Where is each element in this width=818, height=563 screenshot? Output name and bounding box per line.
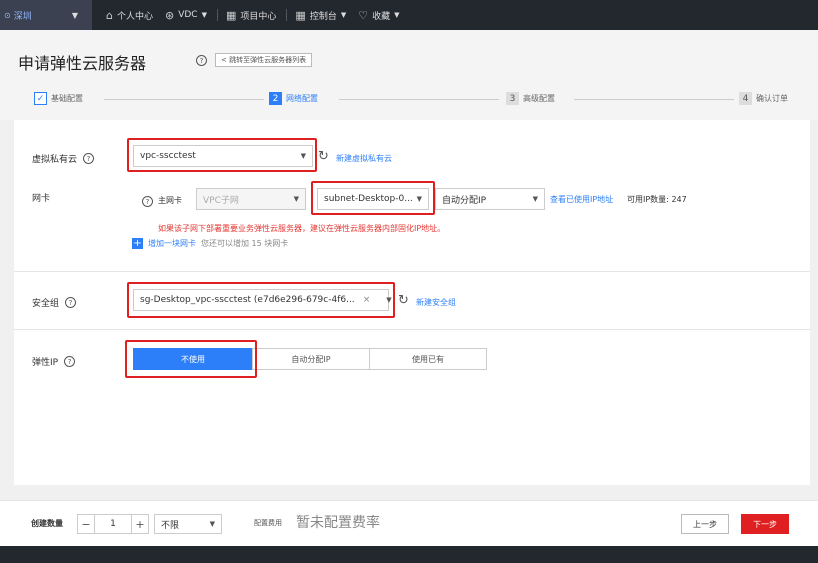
top-nav-bar: ⊙ 深圳 ▼ ⌂ 个人中心 ⊛ VDC ▼ ▦ 项目中心 ▦ 控制台 ▼ ♡ 收… — [0, 0, 818, 30]
step-connector — [104, 99, 264, 100]
back-to-list-button[interactable]: < 跳转至弹性云服务器列表 — [215, 53, 313, 67]
available-ip-count: 247 — [671, 195, 687, 204]
help-icon[interactable]: ? — [83, 153, 95, 164]
console-icon: ▦ — [295, 8, 306, 22]
step-basic: ✓ 基础配置 — [34, 92, 83, 105]
heart-icon: ♡ — [358, 8, 369, 22]
refresh-icon[interactable]: ↻ — [318, 149, 329, 164]
region-selector[interactable]: ⊙ 深圳 ▼ — [0, 0, 92, 30]
available-ip-label: 可用IP数量: 247 — [627, 194, 687, 205]
vpc-section: 虚拟私有云 ? vpc-sscctest ▼ ↻ 新建虚拟私有云 网卡 ? 主网… — [14, 120, 810, 272]
help-icon[interactable]: ? — [142, 196, 153, 207]
quantity-label: 创建数量 — [31, 519, 63, 528]
quantity-minus-button[interactable]: − — [77, 514, 95, 534]
primary-nic-label: 主网卡 — [158, 196, 182, 205]
plus-icon[interactable]: + — [132, 238, 143, 249]
quantity-limit-select[interactable]: 不限 ▼ — [154, 514, 222, 534]
add-nic-row: + 增加一块网卡 您还可以增加 15 块网卡 — [132, 238, 288, 249]
vpc-label-text: 虚拟私有云 — [32, 155, 78, 165]
step-number: 3 — [506, 92, 519, 105]
eip-section: 弹性IP ? 不使用 自动分配IP 使用已有 — [14, 330, 810, 485]
eip-option-existing[interactable]: 使用已有 — [369, 348, 487, 370]
quantity-plus-button[interactable]: + — [131, 514, 149, 534]
divider — [286, 9, 288, 21]
fee-label: 配置费用 — [254, 519, 282, 527]
step-label: 确认订单 — [756, 94, 788, 103]
security-group-label: 安全组 ? — [32, 296, 77, 309]
eip-option-auto[interactable]: 自动分配IP — [252, 348, 370, 370]
step-confirm: 4 确认订单 — [739, 92, 788, 105]
nav-project-center[interactable]: ▦ 项目中心 — [226, 9, 276, 22]
network-config-form: 虚拟私有云 ? vpc-sscctest ▼ ↻ 新建虚拟私有云 网卡 ? 主网… — [14, 120, 810, 485]
page-title: 申请弹性云服务器 — [18, 54, 147, 73]
add-nic-hint: 您还可以增加 15 块网卡 — [201, 239, 289, 248]
bottom-bar — [0, 546, 818, 563]
step-indicator: ✓ 基础配置 2 网络配置 3 高级配置 4 确认订单 — [34, 92, 804, 108]
create-vpc-link[interactable]: 新建虚拟私有云 — [336, 153, 392, 164]
step-connector — [339, 99, 499, 100]
highlight-box — [127, 282, 395, 318]
create-security-group-link[interactable]: 新建安全组 — [416, 297, 456, 308]
page-header: 申请弹性云服务器 ? < 跳转至弹性云服务器列表 ✓ 基础配置 2 网络配置 3… — [0, 30, 818, 120]
eip-label-text: 弹性IP — [32, 358, 59, 368]
ip-mode-value: 自动分配IP — [442, 195, 487, 206]
location-icon: ⊙ — [4, 10, 11, 20]
step-label: 网络配置 — [286, 94, 318, 103]
nav-label: 控制台 — [309, 11, 337, 22]
step-number: 4 — [739, 92, 752, 105]
eip-label: 弹性IP ? — [32, 355, 76, 368]
nav-label: 收藏 — [372, 11, 391, 22]
nav-console[interactable]: ▦ 控制台 ▼ — [295, 9, 346, 22]
step-label: 基础配置 — [51, 94, 83, 103]
nav-vdc[interactable]: ⊛ VDC ▼ — [165, 9, 207, 22]
help-icon[interactable]: ? — [65, 297, 77, 308]
step-advanced: 3 高级配置 — [506, 92, 555, 105]
footer-bar: 创建数量 − 1 + 不限 ▼ 配置费用 暂未配置费率 上一步 下一步 — [0, 500, 818, 546]
vpc-subnet-placeholder: VPC子网 — [203, 195, 239, 206]
add-nic-link[interactable]: 增加一块网卡 — [148, 238, 196, 249]
chevron-down-icon: ▼ — [201, 11, 207, 19]
next-step-button[interactable]: 下一步 — [741, 514, 789, 534]
ip-mode-select[interactable]: 自动分配IP ▼ — [435, 188, 545, 210]
nav-label: VDC — [178, 10, 198, 20]
security-group-label-text: 安全组 — [32, 299, 60, 309]
step-number: 2 — [269, 92, 282, 105]
previous-step-button[interactable]: 上一步 — [681, 514, 729, 534]
chevron-down-icon: ▼ — [394, 11, 400, 19]
check-icon: ✓ — [34, 92, 47, 105]
step-network: 2 网络配置 — [269, 92, 318, 105]
step-connector — [574, 99, 734, 100]
help-icon[interactable]: ? — [196, 55, 207, 66]
grid-icon: ▦ — [225, 8, 237, 22]
nav-personal-center[interactable]: ⌂ 个人中心 — [106, 9, 153, 22]
nav-favorites[interactable]: ♡ 收藏 ▼ — [358, 9, 399, 22]
highlight-box — [127, 138, 317, 172]
security-group-section: 安全组 ? sg-Desktop_vpc-sscctest (e7d6e296-… — [14, 272, 810, 330]
region-label: 深圳 — [13, 11, 32, 22]
chevron-down-icon: ▼ — [71, 10, 78, 20]
step-label: 高级配置 — [523, 94, 555, 103]
chevron-down-icon: ▼ — [209, 520, 215, 528]
nav-label: 个人中心 — [116, 11, 153, 22]
chevron-down-icon: ▼ — [532, 195, 538, 203]
help-icon[interactable]: ? — [64, 356, 76, 367]
vpc-subnet-select: VPC子网 ▼ — [196, 188, 306, 210]
highlight-box — [125, 340, 257, 378]
vdc-icon: ⊛ — [165, 8, 175, 22]
refresh-icon[interactable]: ↻ — [398, 293, 409, 308]
vpc-label: 虚拟私有云 ? — [32, 152, 95, 165]
quantity-input[interactable]: 1 — [94, 514, 132, 534]
divider — [216, 9, 218, 21]
highlight-box — [311, 181, 435, 215]
home-icon: ⌂ — [106, 8, 113, 22]
view-used-ip-link[interactable]: 查看已使用IP地址 — [550, 194, 613, 205]
subnet-warning: 如果该子网下部署重要业务弹性云服务器，建议在弹性云服务器内部固化IP地址。 — [158, 224, 446, 233]
chevron-down-icon: ▼ — [340, 11, 347, 19]
available-ip-text: 可用IP数量: — [627, 195, 669, 204]
chevron-down-icon: ▼ — [293, 195, 299, 203]
fee-value: 暂未配置费率 — [296, 515, 380, 531]
nic-label: 网卡 — [32, 194, 51, 204]
quantity-limit-value: 不限 — [161, 520, 180, 531]
nav-label: 项目中心 — [240, 11, 277, 22]
